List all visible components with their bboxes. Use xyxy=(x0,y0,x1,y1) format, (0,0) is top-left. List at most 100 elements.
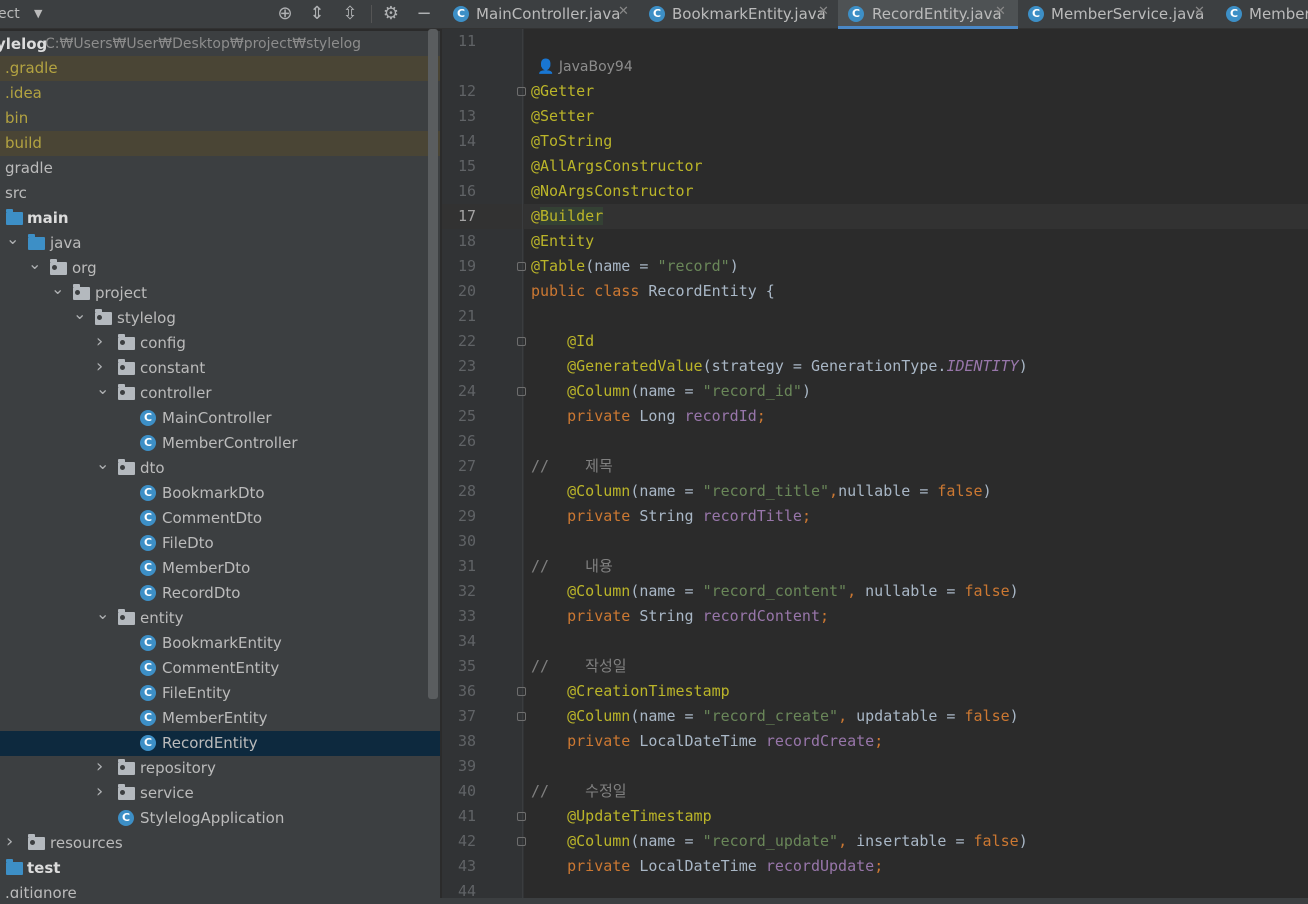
tree-item-recordentity[interactable]: C RecordEntity xyxy=(0,731,440,756)
tree-item-membercontroller[interactable]: C MemberController xyxy=(0,431,440,456)
line-number: 20 xyxy=(457,282,476,300)
crosshair-icon[interactable]: ⊕ xyxy=(273,2,297,26)
chevron-down-icon[interactable]: ⌄ xyxy=(73,304,86,323)
class-icon: C xyxy=(140,435,156,451)
tab-member-service[interactable]: C MemberService.java ✕ xyxy=(1018,0,1216,29)
fold-marker-icon[interactable] xyxy=(517,87,526,96)
expand-all-icon[interactable]: ⇕ xyxy=(305,2,329,26)
chevron-down-icon[interactable]: ⌄ xyxy=(6,229,19,248)
project-dropdown-chevron-icon[interactable]: ▼ xyxy=(34,7,42,20)
line-number: 43 xyxy=(457,857,476,875)
tree-item-repository[interactable]: › repository xyxy=(0,756,440,781)
tree-item-label: main xyxy=(27,209,69,227)
tree-item-project[interactable]: ⌄ project xyxy=(0,279,440,306)
tree-item-label: BookmarkEntity xyxy=(162,634,282,652)
fold-marker-icon[interactable] xyxy=(517,262,526,271)
folder-icon xyxy=(118,459,135,475)
tree-scrollbar[interactable] xyxy=(428,29,438,699)
tree-item-idea[interactable]: .idea xyxy=(0,81,440,106)
tree-item-build[interactable]: build xyxy=(0,131,440,156)
code-line: // 수정일 xyxy=(531,782,627,800)
chevron-right-icon[interactable]: › xyxy=(96,356,103,377)
close-icon[interactable]: ✕ xyxy=(618,4,629,19)
chevron-down-icon[interactable]: ⌄ xyxy=(96,379,109,398)
tree-item-gradle[interactable]: .gradle xyxy=(0,56,440,81)
tree-item-recorddto[interactable]: C RecordDto xyxy=(0,581,440,606)
tree-item-test[interactable]: test xyxy=(0,856,440,881)
tree-item-resources[interactable]: › resources xyxy=(0,831,440,856)
class-icon: C xyxy=(140,710,156,726)
line-number: 31 xyxy=(457,557,476,575)
class-icon: C xyxy=(140,635,156,651)
class-icon: C xyxy=(140,660,156,676)
tree-item-bookmarkdto[interactable]: C BookmarkDto xyxy=(0,481,440,506)
chevron-down-icon[interactable]: ⌄ xyxy=(51,279,64,298)
chevron-down-icon[interactable]: ⌄ xyxy=(28,254,41,273)
chevron-right-icon[interactable]: › xyxy=(96,781,103,802)
tree-item-stylelog[interactable]: ⌄ stylelog xyxy=(0,304,440,331)
tree-item-org[interactable]: ⌄ org xyxy=(0,254,440,281)
chevron-down-icon[interactable]: ⌄ xyxy=(96,454,109,473)
tree-item-controller[interactable]: ⌄ controller xyxy=(0,379,440,406)
tree-item-label: StylelogApplication xyxy=(140,809,285,827)
chevron-right-icon[interactable]: › xyxy=(96,331,103,352)
fold-marker-icon[interactable] xyxy=(517,387,526,396)
minimize-icon[interactable]: − xyxy=(412,2,436,26)
tree-item-bin[interactable]: bin xyxy=(0,106,440,131)
close-icon[interactable]: ✕ xyxy=(1194,4,1205,19)
chevron-right-icon[interactable]: › xyxy=(6,831,13,852)
tree-item-memberentity[interactable]: C MemberEntity xyxy=(0,706,440,731)
line-number: 27 xyxy=(457,457,476,475)
tree-item-label: entity xyxy=(140,609,184,627)
tree-item-fileentity[interactable]: C FileEntity xyxy=(0,681,440,706)
fold-marker-icon[interactable] xyxy=(517,837,526,846)
fold-marker-icon[interactable] xyxy=(517,687,526,696)
tree-item-label: .gradle xyxy=(5,59,58,77)
collapse-all-icon[interactable]: ⇳ xyxy=(338,2,362,26)
tree-item-main[interactable]: main xyxy=(0,206,440,231)
close-icon[interactable]: ✕ xyxy=(818,4,829,19)
tab-record-entity[interactable]: C RecordEntity.java ✕ xyxy=(838,0,1018,29)
tree-item-config[interactable]: › config xyxy=(0,331,440,356)
line-number: 23 xyxy=(457,357,476,375)
tree-item-label: BookmarkDto xyxy=(162,484,265,502)
tree-item-label: test xyxy=(27,859,61,877)
tree-item-commententity[interactable]: C CommentEntity xyxy=(0,656,440,681)
tab-main-controller[interactable]: C MainController.java ✕ xyxy=(445,0,641,29)
line-number: 18 xyxy=(457,232,476,250)
tab-member[interactable]: C Member xyxy=(1216,0,1308,29)
fold-marker-icon[interactable] xyxy=(517,337,526,346)
tree-item-src[interactable]: src xyxy=(0,181,440,206)
toolbar-divider xyxy=(371,5,372,23)
tree-item-label: gradle xyxy=(5,159,53,177)
fold-marker-icon[interactable] xyxy=(517,712,526,721)
tree-item-maincontroller[interactable]: C MainController xyxy=(0,406,440,431)
tree-item-constant[interactable]: › constant xyxy=(0,356,440,381)
tree-item-gradle[interactable]: gradle xyxy=(0,156,440,181)
chevron-right-icon[interactable]: › xyxy=(96,756,103,777)
tab-bookmark-entity[interactable]: C BookmarkEntity.java ✕ xyxy=(641,0,838,29)
class-icon: C xyxy=(453,6,469,22)
tree-item-stylelogapplication[interactable]: C StylelogApplication xyxy=(0,806,440,831)
line-number: 35 xyxy=(457,657,476,675)
line-number: 11 xyxy=(457,32,476,50)
class-icon: C xyxy=(140,410,156,426)
gear-icon[interactable]: ⚙ xyxy=(379,2,403,26)
tree-item-label: stylelog xyxy=(117,309,176,327)
project-selector-label[interactable]: ect xyxy=(0,6,20,22)
tree-item-memberdto[interactable]: C MemberDto xyxy=(0,556,440,581)
tree-item-service[interactable]: › service xyxy=(0,781,440,806)
tree-item-label: MemberController xyxy=(162,434,298,452)
fold-marker-icon[interactable] xyxy=(517,812,526,821)
tree-item-java[interactable]: ⌄ java xyxy=(0,229,440,256)
project-root-row[interactable]: ylelog C:₩Users₩User₩Desktop₩project₩sty… xyxy=(0,31,440,56)
tab-label: Member xyxy=(1249,5,1308,23)
tree-item-dto[interactable]: ⌄ dto xyxy=(0,454,440,481)
close-icon[interactable]: ✕ xyxy=(995,4,1006,19)
tree-item-commentdto[interactable]: C CommentDto xyxy=(0,506,440,531)
tree-item-filedto[interactable]: C FileDto xyxy=(0,531,440,556)
chevron-down-icon[interactable]: ⌄ xyxy=(96,604,109,623)
tree-item-bookmarkentity[interactable]: C BookmarkEntity xyxy=(0,631,440,656)
line-number: 33 xyxy=(457,607,476,625)
tree-item-entity[interactable]: ⌄ entity xyxy=(0,604,440,631)
